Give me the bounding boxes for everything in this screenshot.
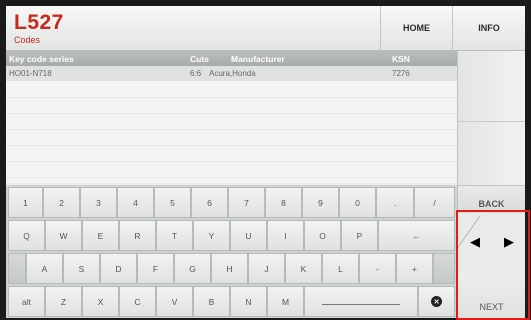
side-panel-button[interactable] xyxy=(457,122,525,185)
key-spacer xyxy=(8,253,26,284)
column-header-cuts[interactable]: Cuts xyxy=(190,54,209,64)
key-4[interactable]: 4 xyxy=(117,187,154,218)
key-s[interactable]: S xyxy=(63,253,100,284)
table-row-empty xyxy=(6,146,457,162)
key-slash[interactable]: / xyxy=(414,187,455,218)
table-row-empty xyxy=(6,82,457,98)
key-d[interactable]: D xyxy=(100,253,137,284)
side-panel-button[interactable] xyxy=(457,51,525,122)
key-3[interactable]: 3 xyxy=(80,187,117,218)
key-i[interactable]: I xyxy=(267,220,304,251)
table-row[interactable]: HO01-N718 6:6 Acura,Honda 7276 xyxy=(6,66,457,81)
key-0[interactable]: 0 xyxy=(339,187,376,218)
table-row-empty xyxy=(6,130,457,146)
column-header-manufacturer[interactable]: Manufacturer xyxy=(231,54,285,64)
table-row-empty xyxy=(6,98,457,114)
key-j[interactable]: J xyxy=(248,253,285,284)
title-block: L527 Codes xyxy=(14,11,64,46)
key-a[interactable]: A xyxy=(26,253,63,284)
key-8[interactable]: 8 xyxy=(265,187,302,218)
backspace-key[interactable]: ← xyxy=(378,220,455,251)
key-spacer xyxy=(433,253,455,284)
key-1[interactable]: 1 xyxy=(8,187,43,218)
key-n[interactable]: N xyxy=(230,286,267,317)
key-6[interactable]: 6 xyxy=(191,187,228,218)
key-5[interactable]: 5 xyxy=(154,187,191,218)
key-9[interactable]: 9 xyxy=(302,187,339,218)
key-c[interactable]: C xyxy=(119,286,156,317)
table-row-empty xyxy=(6,162,457,178)
key-2[interactable]: 2 xyxy=(43,187,80,218)
cell-manufacturer: Acura,Honda xyxy=(209,69,256,78)
info-button[interactable]: INFO xyxy=(452,6,525,50)
on-screen-keyboard: 1 2 3 4 5 6 7 8 9 0 . / Q W E R T Y U I … xyxy=(6,185,457,318)
column-header-ksn[interactable]: KSN xyxy=(392,54,410,64)
home-button[interactable]: HOME xyxy=(380,6,452,50)
codes-table: Key code series Cuts Manufacturer KSN HO… xyxy=(6,51,457,183)
back-button[interactable]: BACK xyxy=(457,185,525,213)
clear-icon: ✕ xyxy=(431,296,442,307)
key-w[interactable]: W xyxy=(45,220,82,251)
key-z[interactable]: Z xyxy=(45,286,82,317)
key-x[interactable]: X xyxy=(82,286,119,317)
key-h[interactable]: H xyxy=(211,253,248,284)
key-g[interactable]: G xyxy=(174,253,211,284)
key-q[interactable]: Q xyxy=(8,220,45,251)
page-title: L527 xyxy=(14,11,64,34)
key-7[interactable]: 7 xyxy=(228,187,265,218)
highlight-box xyxy=(456,210,530,320)
key-minus[interactable]: - xyxy=(359,253,396,284)
key-e[interactable]: E xyxy=(82,220,119,251)
key-o[interactable]: O xyxy=(304,220,341,251)
key-u[interactable]: U xyxy=(230,220,267,251)
key-b[interactable]: B xyxy=(193,286,230,317)
app-screen: L527 Codes HOME INFO Key code series Cut… xyxy=(6,6,525,318)
table-row-empty xyxy=(6,114,457,130)
header-bar: L527 Codes HOME INFO xyxy=(6,6,525,51)
cell-ksn: 7276 xyxy=(392,69,410,78)
table-header: Key code series Cuts Manufacturer KSN xyxy=(6,51,457,66)
cell-series: HO01-N718 xyxy=(9,69,52,78)
page-subtitle: Codes xyxy=(14,35,41,45)
key-m[interactable]: M xyxy=(267,286,304,317)
alt-key[interactable]: alt xyxy=(8,286,45,317)
key-t[interactable]: T xyxy=(156,220,193,251)
cell-cuts: 6:6 xyxy=(190,69,202,78)
key-period[interactable]: . xyxy=(376,187,414,218)
key-k[interactable]: K xyxy=(285,253,322,284)
spacebar[interactable] xyxy=(304,286,418,317)
key-plus[interactable]: + xyxy=(396,253,433,284)
spacebar-line xyxy=(321,304,401,305)
column-header-series[interactable]: Key code series xyxy=(9,54,74,64)
key-y[interactable]: Y xyxy=(193,220,230,251)
key-l[interactable]: L xyxy=(322,253,359,284)
key-v[interactable]: V xyxy=(156,286,193,317)
key-f[interactable]: F xyxy=(137,253,174,284)
clear-button[interactable]: ✕ xyxy=(418,286,455,317)
key-r[interactable]: R xyxy=(119,220,156,251)
key-p[interactable]: P xyxy=(341,220,378,251)
